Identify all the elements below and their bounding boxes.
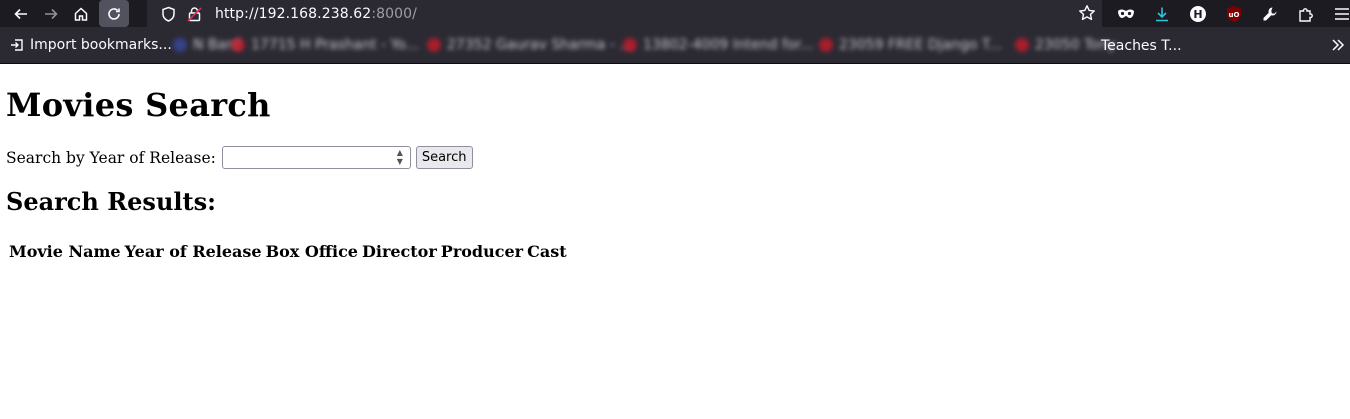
results-heading: Search Results: (6, 187, 216, 216)
bookmark-favicon-icon (1015, 38, 1029, 52)
back-button[interactable] (6, 0, 36, 27)
bookmark-label: 13802-4009 Intend for... (643, 37, 814, 53)
home-icon (74, 6, 88, 21)
search-button[interactable]: Search (415, 146, 473, 169)
url-text[interactable]: http://192.168.238.62:8000/ (215, 6, 417, 22)
bookmark-label: Teaches T... (1101, 37, 1182, 54)
bookmark-label: 27352 Gaurav Sharma - ... (447, 37, 633, 53)
url-host: http://192.168.238.62 (215, 5, 372, 22)
number-spinner[interactable]: ▲ ▼ (394, 149, 406, 166)
import-bookmarks-item[interactable]: Import bookmarks... (10, 27, 173, 64)
forward-arrow-icon (45, 8, 58, 19)
column-header-box-office: Box Office (265, 242, 358, 261)
browser-toolbar: http://192.168.238.62:8000/ H uO (0, 0, 1350, 27)
downloads-icon[interactable] (1144, 0, 1180, 27)
bookmark-item-last[interactable]: Teaches T... (1101, 27, 1182, 64)
bookmark-favicon-icon (173, 38, 187, 52)
column-header-movie-name: Movie Name (9, 242, 121, 261)
ublock-origin-icon[interactable]: uO (1216, 0, 1252, 27)
column-header-year-of-release: Year of Release (124, 242, 262, 261)
page-title: Movies Search (6, 86, 271, 124)
bookmark-item[interactable]: 23059 FREE Django T... (819, 27, 1015, 64)
spin-up-icon[interactable]: ▲ (397, 149, 403, 157)
forward-button[interactable] (36, 0, 66, 27)
extensions-puzzle-icon[interactable] (1288, 0, 1324, 27)
spin-down-icon[interactable]: ▼ (397, 158, 403, 166)
url-port-path: :8000/ (371, 5, 417, 22)
toolbar-extensions: H uO (1108, 0, 1350, 27)
import-bookmarks-label: Import bookmarks... (30, 37, 172, 53)
bookmark-item[interactable]: 17715 H Prashant - Yo... (231, 27, 427, 64)
bookmark-item[interactable]: 13802-4009 Intend for... (623, 27, 819, 64)
svg-text:H: H (1193, 8, 1202, 21)
tracking-shield-icon[interactable] (155, 0, 181, 27)
results-table: Movie Name Year of Release Box Office Di… (6, 239, 570, 264)
bookmark-favicon-icon (819, 38, 833, 52)
insecure-lock-icon[interactable] (181, 0, 207, 27)
search-year-label: Search by Year of Release: (6, 148, 216, 167)
h-extension-icon[interactable]: H (1180, 0, 1216, 27)
column-header-cast: Cast (527, 242, 567, 261)
bookmarks-overflow-chevron-icon[interactable] (1330, 37, 1346, 58)
table-header-row: Movie Name Year of Release Box Office Di… (8, 241, 568, 262)
bookmark-favicon-icon (427, 38, 441, 52)
bookmark-star-icon[interactable] (1078, 4, 1096, 26)
back-arrow-icon (14, 8, 27, 19)
wrench-icon[interactable] (1252, 0, 1288, 27)
import-icon (11, 39, 23, 51)
reload-button[interactable] (99, 0, 129, 27)
bookmark-label: 23059 FREE Django T... (839, 37, 1003, 53)
bookmark-item[interactable]: 27352 Gaurav Sharma - ... (427, 27, 633, 64)
svg-text:uO: uO (1229, 11, 1240, 19)
bookmark-label: 17715 H Prashant - Yo... (251, 37, 419, 53)
column-header-producer: Producer (440, 242, 524, 261)
year-number-input[interactable]: ▲ ▼ (221, 146, 411, 169)
bookmark-favicon-icon (231, 38, 245, 52)
hamburger-menu-icon[interactable] (1324, 0, 1350, 27)
page-content: Movies Search Search by Year of Release:… (0, 65, 1350, 419)
private-mask-icon[interactable] (1108, 0, 1144, 27)
bookmark-item[interactable]: N Bard (173, 27, 241, 64)
column-header-director: Director (361, 242, 437, 261)
bookmark-item[interactable]: 23050 Tony (1015, 27, 1116, 64)
url-bar[interactable]: http://192.168.238.62:8000/ (147, 0, 1102, 27)
bookmark-favicon-icon (623, 38, 637, 52)
reload-icon (108, 7, 120, 20)
home-button[interactable] (66, 0, 96, 27)
search-form: Search by Year of Release: ▲ ▼ Search (6, 146, 473, 169)
